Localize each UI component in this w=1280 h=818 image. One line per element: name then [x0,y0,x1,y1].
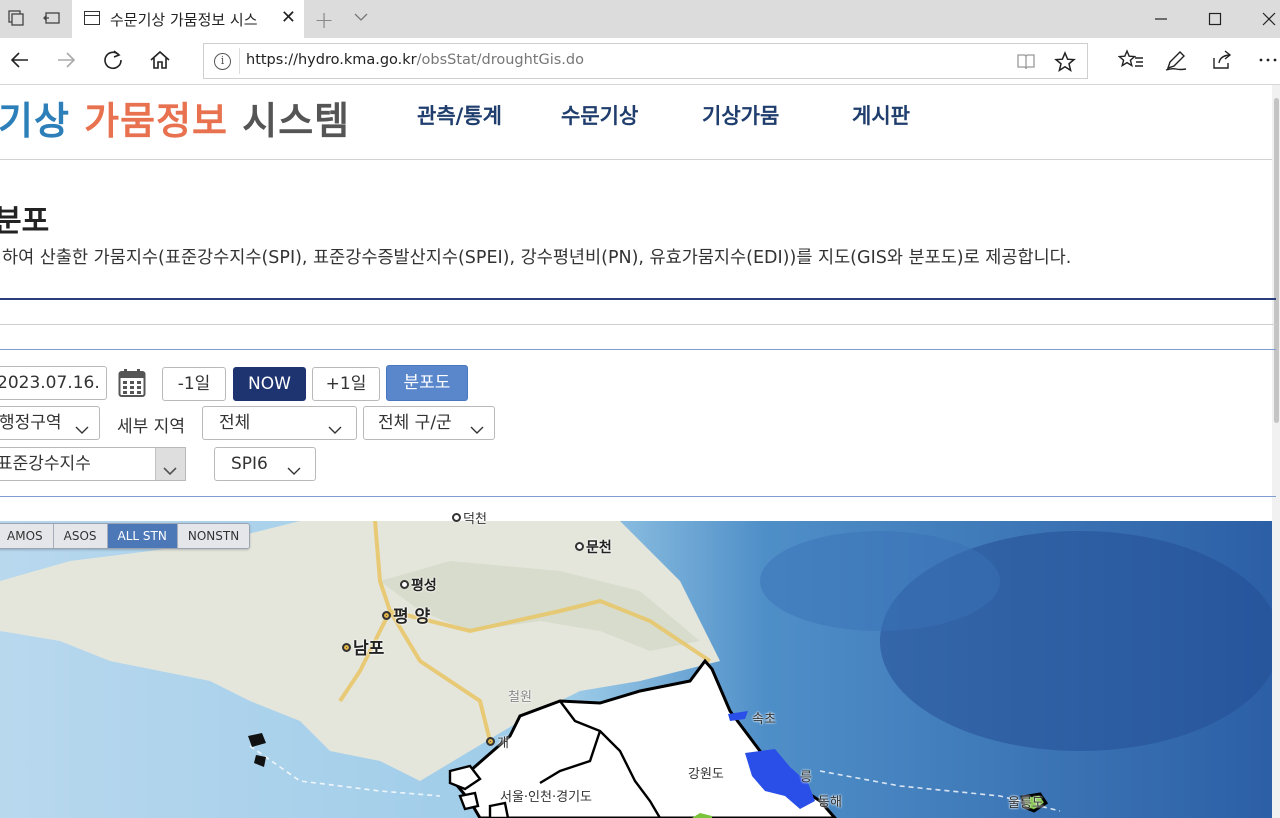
reading-view-icon[interactable] [1016,53,1036,75]
title-divider [0,298,1276,300]
chevron-down-icon [287,457,301,489]
nav-board[interactable]: 게시판 [852,100,910,130]
nav-hydrometeorology[interactable]: 수문기상 [561,100,638,130]
browser-nav-bar: i https://hydro.kma.go.kr/obsStat/drough… [0,38,1280,85]
site-header: 기상 가뭄정보 시스템 관측/통계 수문기상 기상가뭄 게시판 [0,85,1280,160]
back-arrow-icon[interactable] [8,48,34,74]
controls-bottom-border [0,496,1276,497]
city-marker-icon [400,579,409,589]
minimize-icon[interactable] [1132,0,1190,38]
chevron-down-icon [328,416,342,448]
now-button[interactable]: NOW [233,367,306,401]
page-description: 하여 산출한 가뭄지수(표준강수지수(SPI), 표준강수증발산지수(SPEI)… [2,248,1072,268]
browser-tab-bar: 수문기상 가뭄정보 시스 ✕ + [0,0,1280,38]
capital-marker-icon [382,610,391,620]
chevron-down-icon [470,416,484,448]
station-type-tabs: AMOS ASOS ALL STN NONSTN [0,523,251,549]
tab-preview-icon[interactable] [42,9,62,29]
chevron-down-icon [163,457,177,489]
more-options-icon[interactable] [1256,48,1280,74]
favorite-star-icon[interactable] [1054,51,1076,77]
map-label-top: 덕천 [452,508,487,527]
map-label-pyongyang: 평 양 [382,602,430,627]
active-browser-tab[interactable]: 수문기상 가뭄정보 시스 ✕ [72,0,304,38]
info-icon[interactable]: i [214,53,231,70]
city-marker-icon [486,737,495,746]
district-select[interactable]: 전체 구/군 [363,406,495,440]
pen-icon[interactable] [1164,48,1190,74]
map-label-cheorwon: 철원 [508,690,532,705]
calendar-icon[interactable] [118,368,146,402]
detail-region-label: 세부 지역 [117,417,185,437]
map-label-gangneung: 릉 [800,770,812,785]
tab-title: 수문기상 가뭄정보 시스 [110,11,258,29]
index-type-select[interactable]: 표준강수지수 [0,447,186,481]
nav-observation-stats[interactable]: 관측/통계 [417,100,502,130]
controls-top-border [0,349,1276,350]
page-scrollbar-thumb[interactable] [1274,98,1279,423]
page-title: 분포 [0,204,50,239]
drought-map[interactable] [0,521,1272,818]
map-label-nampo: 남포 [342,634,384,659]
nav-meteorological-drought[interactable]: 기상가뭄 [702,100,779,130]
index-period-select[interactable]: SPI6 [214,447,316,481]
new-tab-icon[interactable]: + [314,6,334,34]
section-divider [0,324,1276,325]
maximize-icon[interactable] [1186,0,1244,38]
map-label-seoul-region: 서울·인천·경기도 [500,790,592,805]
map-label-sokcho: 속초 [752,712,776,727]
close-tab-icon[interactable]: ✕ [281,7,296,28]
tab-nonstn[interactable]: NONSTN [177,524,250,548]
map-label-kaesong: 개 [486,732,509,751]
map-label-gangwon: 강원도 [688,767,724,782]
map-label-donghae: 동해 [818,795,842,810]
refresh-icon[interactable] [101,48,127,74]
prev-day-button[interactable]: -1일 [162,367,226,401]
map-label-munchon: 문천 [575,537,612,557]
chevron-down-icon [75,416,89,448]
chevron-down-icon[interactable] [352,8,372,28]
address-bar[interactable]: i https://hydro.kma.go.kr/obsStat/drough… [203,43,1088,79]
tab-amos[interactable]: AMOS [0,524,54,548]
city-marker-icon [575,541,584,551]
home-icon[interactable] [148,48,174,74]
site-logo[interactable]: 기상 가뭄정보 시스템 [0,90,350,145]
forward-arrow-icon[interactable] [54,48,80,74]
detail-region-select[interactable]: 전체 [202,406,357,440]
map-label-pyongsong: 평성 [400,575,437,595]
page-icon [84,11,100,25]
map-label-ulleung: 울릉도 [1008,796,1044,811]
tab-all-stn[interactable]: ALL STN [107,524,178,548]
url-text[interactable]: https://hydro.kma.go.kr/obsStat/droughtG… [246,52,584,68]
favorites-icon[interactable] [1118,48,1144,74]
city-marker-icon [342,642,351,652]
close-window-icon[interactable] [1240,0,1280,38]
date-input[interactable]: 2023.07.16. [0,366,107,400]
distribution-map-button[interactable]: 분포도 [386,365,468,401]
tab-asos[interactable]: ASOS [53,524,108,548]
next-day-button[interactable]: +1일 [312,367,380,401]
region-type-select[interactable]: 행정구역 [0,406,100,440]
tab-set-aside-icon[interactable] [6,9,26,29]
share-icon[interactable] [1210,48,1236,74]
city-marker-icon [452,513,461,522]
